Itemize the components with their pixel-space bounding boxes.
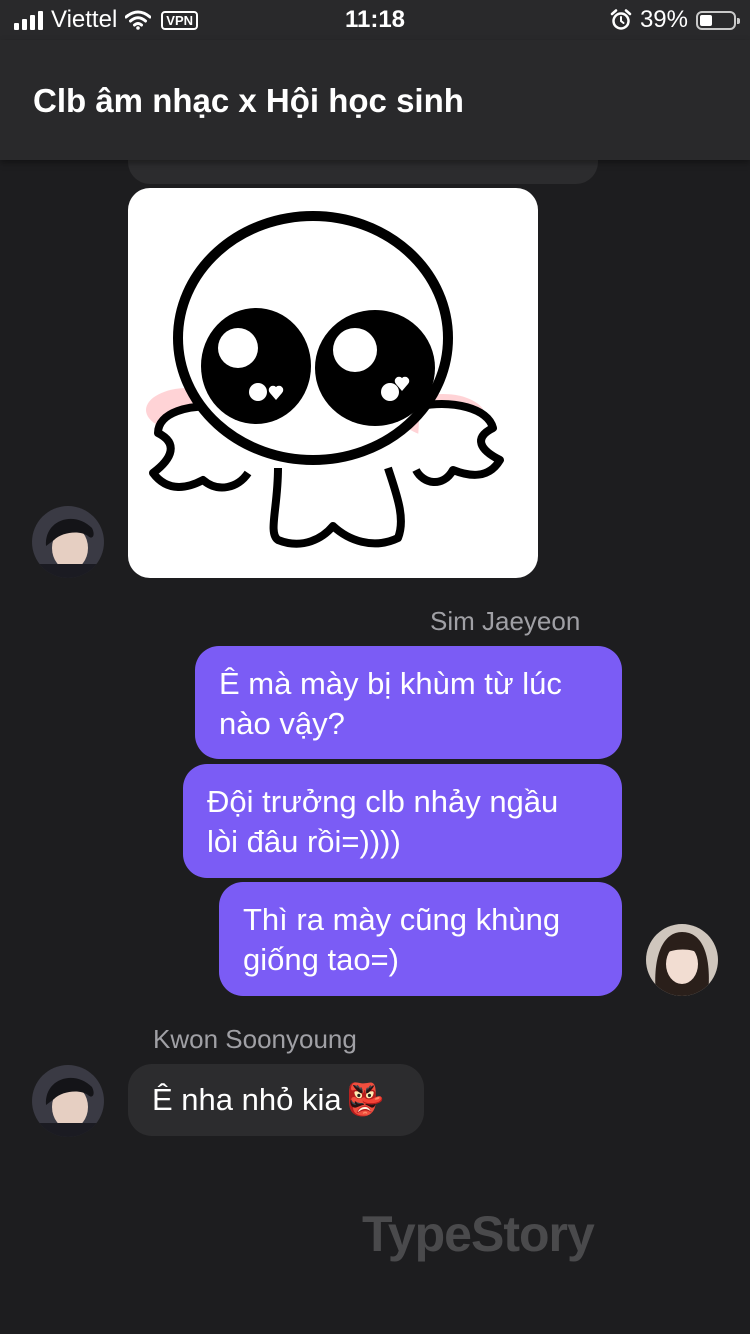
battery-fill <box>700 14 713 26</box>
cute-creature-sticker <box>146 211 504 548</box>
sender-label-kwon-soonyoung: Kwon Soonyoung <box>153 1024 357 1054</box>
message-text: Ê nha nhỏ kia <box>152 1082 342 1117</box>
typestory-watermark: TypeStory <box>362 1206 595 1262</box>
outgoing-message-bubble[interactable]: Ê mà mày bị khùm từ lúc nào vậy? <box>195 646 622 759</box>
status-bar: Viettel VPN 11:18 39% <box>0 0 750 40</box>
alarm-icon <box>610 9 632 30</box>
avatar-sim-jaeyeon[interactable] <box>646 924 718 996</box>
chat-title: Clb âm nhạc x Hội học sinh <box>33 82 464 119</box>
male-avatar-icon <box>32 506 104 578</box>
outgoing-message-bubble[interactable]: Thì ra mày cũng khùng giống tao=) <box>219 882 622 996</box>
sender-label-sim-jaeyeon: Sim Jaeyeon <box>430 606 581 636</box>
avatar-kwon-soonyoung[interactable] <box>32 1065 104 1137</box>
outgoing-message-bubble[interactable]: Đội trưởng clb nhảy ngầu lòi đâu rồi=)))… <box>183 764 622 878</box>
battery-icon <box>696 10 740 30</box>
status-right: 39% <box>610 6 740 34</box>
chat-header: Clb âm nhạc x Hội học sinh <box>0 40 750 160</box>
goblin-emoji: 👺 <box>345 1082 385 1117</box>
battery-percent: 39% <box>639 6 688 33</box>
sticker-message[interactable] <box>128 188 538 578</box>
avatar-kwon-soonyoung[interactable] <box>32 506 104 578</box>
male-avatar-icon <box>32 1065 104 1137</box>
incoming-message-bubble[interactable]: Ê nha nhỏ kia 👺 <box>128 1064 424 1136</box>
female-avatar-icon <box>646 924 718 996</box>
